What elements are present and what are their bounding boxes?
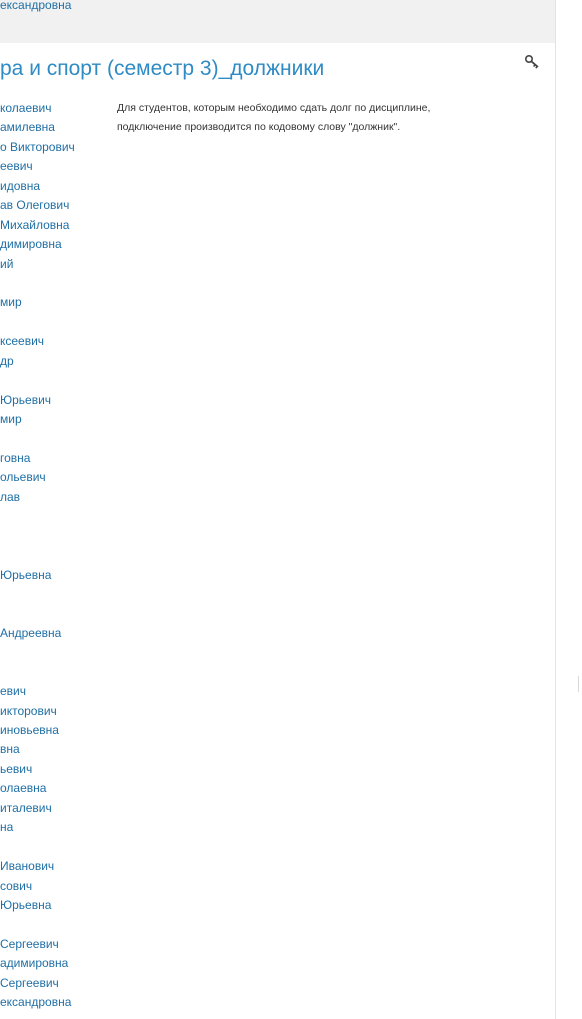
- teacher-link[interactable]: адимировна: [0, 954, 112, 973]
- teacher-link[interactable]: лав: [0, 488, 112, 507]
- teacher-link[interactable]: ий: [0, 255, 112, 274]
- teacher-link[interactable]: говна: [0, 449, 112, 468]
- teacher-link[interactable]: вна: [0, 740, 112, 759]
- key-icon[interactable]: [524, 54, 542, 70]
- teacher-link: [0, 274, 112, 293]
- course-summary: Для студентов, которым необходимо сдать …: [117, 99, 537, 137]
- teacher-link[interactable]: др: [0, 352, 112, 371]
- teacher-link[interactable]: ав Олегович: [0, 196, 112, 215]
- teacher-link[interactable]: ександровна: [0, 993, 112, 1012]
- teacher-link[interactable]: евич: [0, 682, 112, 701]
- teacher-link: [0, 313, 112, 332]
- teacher-link[interactable]: Сергеевич: [0, 935, 112, 954]
- teacher-link: [0, 838, 112, 857]
- teacher-link[interactable]: ьевич: [0, 760, 112, 779]
- teacher-list: колаевич амилевна о Викторович еевич идовна а…: [0, 99, 112, 1013]
- previous-course-panel: ександровна: [0, 0, 555, 43]
- course-title[interactable]: ра и спорт (семестр 3)_должники: [0, 53, 324, 85]
- teacher-link[interactable]: идовна: [0, 177, 112, 196]
- teacher-link[interactable]: еевич: [0, 157, 112, 176]
- right-divider: [555, 0, 556, 1019]
- teacher-link: [0, 643, 112, 662]
- course-page: ександровна ра и спорт (семестр 3)_должн…: [0, 0, 582, 1019]
- teacher-link: [0, 604, 112, 623]
- teacher-link[interactable]: на: [0, 818, 112, 837]
- teacher-link[interactable]: Михайловна: [0, 216, 112, 235]
- teacher-link[interactable]: мир: [0, 293, 112, 312]
- summary-line: подключение производится по кодовому сло…: [117, 121, 401, 133]
- teacher-link[interactable]: икторович: [0, 702, 112, 721]
- teacher-link[interactable]: димировна: [0, 235, 112, 254]
- teacher-link[interactable]: ександровна: [0, 0, 71, 15]
- teacher-link: [0, 546, 112, 565]
- teacher-link[interactable]: амилевна: [0, 118, 112, 137]
- teacher-link[interactable]: олаевна: [0, 779, 112, 798]
- summary-line: Для студентов, которым необходимо сдать …: [117, 102, 431, 114]
- teacher-link[interactable]: италевич: [0, 799, 112, 818]
- teacher-link: [0, 585, 112, 604]
- scroll-edge: [578, 676, 582, 692]
- key-icon-graphic: [524, 54, 539, 69]
- teacher-link: [0, 915, 112, 934]
- teacher-link[interactable]: Иванович: [0, 857, 112, 876]
- teacher-link[interactable]: колаевич: [0, 99, 112, 118]
- teacher-link[interactable]: иновьевна: [0, 721, 112, 740]
- teacher-link[interactable]: о Викторович: [0, 138, 112, 157]
- teacher-link[interactable]: Андреевна: [0, 624, 112, 643]
- teacher-link[interactable]: ксеевич: [0, 332, 112, 351]
- teacher-link[interactable]: Юрьевич: [0, 391, 112, 410]
- teacher-link[interactable]: мир: [0, 410, 112, 429]
- teacher-link[interactable]: Сергеевич: [0, 974, 112, 993]
- teacher-link[interactable]: ольевич: [0, 468, 112, 487]
- teacher-link: [0, 429, 112, 448]
- teacher-link: [0, 371, 112, 390]
- teacher-link[interactable]: сович: [0, 877, 112, 896]
- teacher-link: [0, 663, 112, 682]
- teacher-link: [0, 527, 112, 546]
- teacher-link[interactable]: Юрьевна: [0, 896, 112, 915]
- teacher-link[interactable]: Юрьевна: [0, 566, 112, 585]
- teacher-link: [0, 507, 112, 526]
